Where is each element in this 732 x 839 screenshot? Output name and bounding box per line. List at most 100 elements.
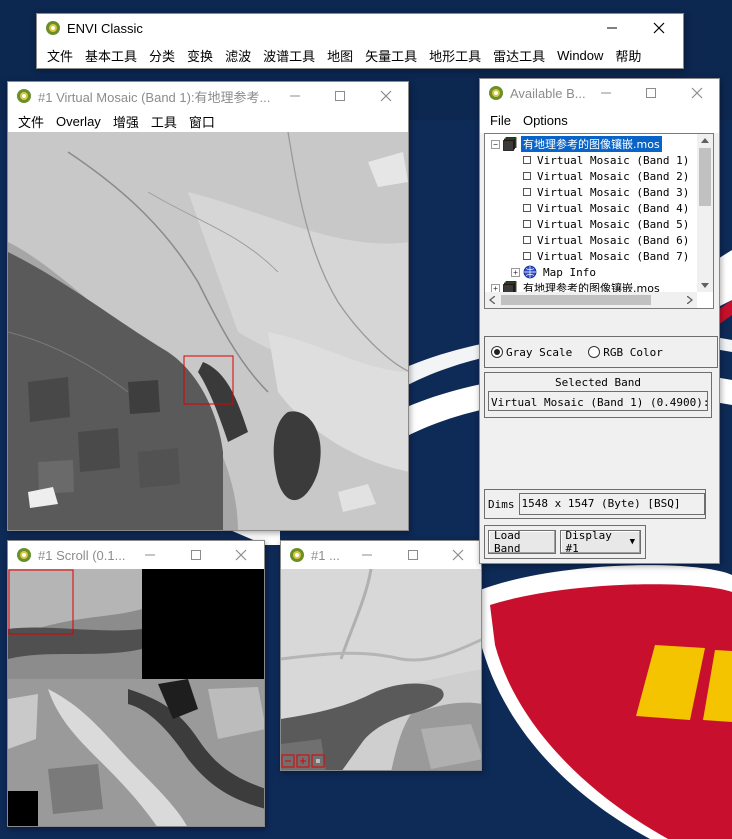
close-button[interactable] [639,14,679,42]
tree-collapse-icon[interactable]: − [491,139,500,149]
menu-window[interactable]: Window [551,48,609,63]
scroll-down-icon[interactable] [701,283,709,289]
main-menubar: 文件 基本工具 分类 变换 滤波 波谱工具 地图 矢量工具 地形工具 雷达工具 … [37,42,683,68]
scroll-window-title: #1 Scroll (0.1... [38,547,126,563]
band-tree[interactable]: − 有地理参考的图像镶嵌.mos Virtual Mosaic (Band 1) Vi… [484,133,714,309]
tree-item[interactable]: Virtual Mosaic (Band 2) [523,168,691,184]
gray-scale-label: Gray Scale [506,345,573,359]
maximize-button[interactable] [176,541,216,569]
close-button[interactable] [438,541,478,569]
menu-basic-tools[interactable]: 基本工具 [79,46,143,65]
bands-menubar: File Options [480,107,719,133]
maximize-button[interactable] [393,541,433,569]
band-square-icon [523,252,531,260]
envi-app-icon [290,548,304,562]
zoom-image-display[interactable] [281,569,482,771]
close-button[interactable] [677,79,717,107]
close-button[interactable] [221,541,261,569]
tree-item-label: Virtual Mosaic (Band 3) [537,185,690,199]
tree-item-label: Virtual Mosaic (Band 7) [537,249,690,263]
minimize-icon [290,95,300,97]
close-button[interactable] [366,82,406,110]
gray-scale-radio[interactable]: Gray Scale [491,346,572,359]
menu-enhance[interactable]: 增强 [107,112,145,131]
menu-spectral-tools[interactable]: 波谱工具 [257,46,321,65]
bands-window-title: Available B... [510,85,586,101]
image-titlebar[interactable]: #1 Virtual Mosaic (Band 1):有地理参考... [8,82,408,110]
load-band-button[interactable]: Load Band [488,529,556,555]
close-icon [691,87,703,99]
rgb-color-radio[interactable]: RGB Color [588,346,663,359]
dims-panel: Dims 1548 x 1547 (Byte) [BSQ] [484,489,706,519]
envi-app-icon [46,21,60,35]
menu-radar-tools[interactable]: 雷达工具 [487,46,551,65]
tree-item[interactable]: − 有地理参考的图像镶嵌.mos [491,136,662,152]
menu-file[interactable]: File [484,113,517,128]
envi-app-icon [17,548,31,562]
menu-help[interactable]: 帮助 [609,46,647,65]
tree-item[interactable]: Virtual Mosaic (Band 3) [523,184,691,200]
main-titlebar[interactable]: ENVI Classic [37,14,683,42]
envi-app-icon [489,86,503,100]
minimize-button[interactable] [586,79,626,107]
scroll-up-icon[interactable] [701,137,709,143]
tree-item[interactable]: Virtual Mosaic (Band 6) [523,232,691,248]
tree-item[interactable]: Virtual Mosaic (Band 7) [523,248,691,264]
tree-expand-icon[interactable]: + [511,267,520,277]
scroll-image-display[interactable] [8,569,265,827]
tree-item[interactable]: Virtual Mosaic (Band 4) [523,200,691,216]
tree-item-label: 有地理参考的图像镶嵌.mos [521,136,662,152]
minimize-button[interactable] [347,541,387,569]
scroll-window: #1 Scroll (0.1... [7,540,265,827]
menu-topographic-tools[interactable]: 地形工具 [423,46,487,65]
menu-transform[interactable]: 变换 [181,46,219,65]
main-window-title: ENVI Classic [67,20,143,36]
menu-window[interactable]: 窗口 [183,112,221,131]
menu-filter[interactable]: 滤波 [219,46,257,65]
minimize-button[interactable] [130,541,170,569]
band-square-icon [523,188,531,196]
close-icon [452,549,464,561]
image-stack-icon [503,137,517,151]
menu-file[interactable]: 文件 [12,112,50,131]
tree-hscroll-thumb[interactable] [501,295,651,305]
tree-item[interactable]: Virtual Mosaic (Band 5) [523,216,691,232]
scroll-titlebar[interactable]: #1 Scroll (0.1... [8,541,264,569]
envi-main-window: ENVI Classic 文件 基本工具 分类 变换 滤波 波谱工具 地图 矢量… [36,13,684,69]
tree-vertical-scrollbar[interactable] [697,134,713,292]
tree-item-label: Virtual Mosaic (Band 2) [537,169,690,183]
color-mode-group: Gray Scale RGB Color [484,336,718,368]
maximize-icon [335,91,345,101]
load-panel: Load Band Display #1 ▼ [484,525,646,559]
minimize-icon [362,554,372,556]
close-icon [380,90,392,102]
maximize-button[interactable] [595,14,635,42]
image-display[interactable] [8,132,409,531]
menu-options[interactable]: Options [517,113,574,128]
menu-vector-tools[interactable]: 矢量工具 [359,46,423,65]
menu-overlay[interactable]: Overlay [50,114,107,129]
tree-item[interactable]: + Map Info [511,264,598,280]
minimize-button[interactable] [275,82,315,110]
tree-horizontal-scrollbar[interactable] [485,292,697,308]
tree-vscroll-thumb[interactable] [699,148,711,206]
band-square-icon [523,204,531,212]
selected-band-panel: Selected Band Virtual Mosaic (Band 1) (0… [484,372,712,418]
scroll-right-icon[interactable] [687,296,693,304]
image-window: #1 Virtual Mosaic (Band 1):有地理参考... 文件 O… [7,81,409,531]
scroll-left-icon[interactable] [489,296,495,304]
menu-classification[interactable]: 分类 [143,46,181,65]
display-select-button[interactable]: Display #1 ▼ [559,529,641,555]
selected-band-field[interactable]: Virtual Mosaic (Band 1) (0.4900):有地理参考的图… [488,391,708,411]
maximize-button[interactable] [320,82,360,110]
zoom-window-title: #1 ... [311,547,340,563]
menu-file[interactable]: 文件 [41,46,79,65]
tree-item-label: Virtual Mosaic (Band 1) [537,153,690,167]
band-square-icon [523,172,531,180]
menu-tools[interactable]: 工具 [145,112,183,131]
bands-titlebar[interactable]: Available B... [480,79,719,107]
menu-map[interactable]: 地图 [321,46,359,65]
maximize-button[interactable] [631,79,671,107]
tree-item[interactable]: Virtual Mosaic (Band 1) [523,152,691,168]
zoom-titlebar[interactable]: #1 ... [281,541,481,569]
